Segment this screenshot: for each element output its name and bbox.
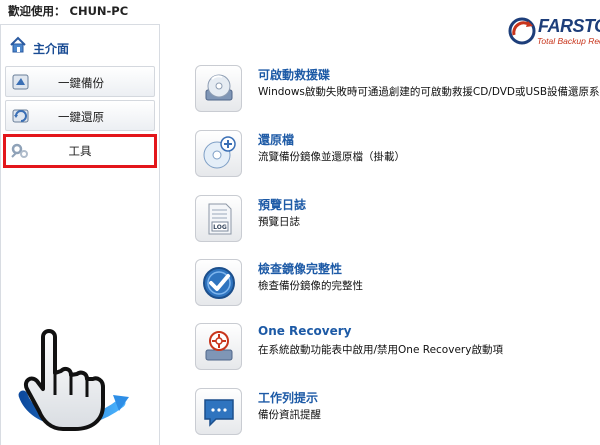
boot-disc-icon [205, 74, 233, 101]
task-description: 在系統啟動功能表中啟用/禁用One Recovery啟動項 [258, 344, 503, 356]
sidebar-item-label: 工具 [68, 144, 92, 158]
sidebar-item-backup[interactable]: 一鍵備份 [5, 66, 155, 97]
logo-mark-icon [508, 17, 536, 45]
task-title[interactable]: 可啟動救援碟 [258, 66, 330, 83]
task-title[interactable]: 檢查鏡像完整性 [258, 260, 342, 277]
hand-pointer-icon [18, 329, 129, 431]
task-boot-disc[interactable]: 可啟動救援碟 Windows啟動失敗時可通過創建的可啟動救援CD/DVD或USB… [195, 65, 600, 115]
sidebar: 主介面 一鍵備份 一鍵還原 工具 [0, 24, 160, 445]
task-tile [195, 130, 242, 177]
svg-text:LOG: LOG [213, 224, 227, 231]
task-title[interactable]: 預覽日誌 [258, 196, 306, 213]
task-tile [195, 388, 242, 435]
task-title[interactable]: 還原檔 [258, 131, 294, 148]
sidebar-title: 主介面 [33, 42, 70, 56]
sidebar-item-tools[interactable]: 工具 [3, 134, 157, 168]
disc-add-icon [203, 136, 236, 169]
message-icon [204, 399, 234, 427]
sidebar-home[interactable]: 主介面 [5, 33, 155, 61]
home-icon [10, 36, 26, 53]
task-check-image[interactable]: 檢查鏡像完整性 檢查備份鏡像的完整性 [195, 259, 595, 309]
task-tile [195, 259, 242, 306]
log-icon: LOG [208, 203, 232, 235]
sidebar-item-label: 一鍵備份 [58, 76, 104, 90]
task-tile [195, 65, 242, 112]
task-title[interactable]: 工作列提示 [258, 389, 318, 406]
task-taskbar-tip[interactable]: 工作列提示 備份資訊提醒 [195, 388, 595, 438]
task-one-recovery[interactable]: One Recovery 在系統啟動功能表中啟用/禁用One Recovery啟… [195, 323, 595, 373]
task-tile [195, 323, 242, 370]
task-description: 檢查備份鏡像的完整性 [258, 280, 363, 292]
logo-tagline: Total Backup Reco [537, 36, 600, 46]
task-description: 流覽備份鏡像並還原檔（掛載） [258, 151, 405, 163]
logo-text: FARSTO [538, 16, 600, 36]
sidebar-item-restore[interactable]: 一鍵還原 [5, 100, 155, 131]
welcome-text: 歡迎使用： CHUN-PC [8, 4, 129, 18]
task-tile: LOG [195, 195, 242, 242]
task-description: 預覽日誌 [258, 216, 300, 228]
one-recovery-icon [205, 331, 233, 361]
task-description: 備份資訊提醒 [258, 409, 321, 421]
task-restore-file[interactable]: 還原檔 流覽備份鏡像並還原檔（掛載） [195, 130, 595, 180]
task-title[interactable]: One Recovery [258, 324, 352, 338]
sidebar-item-label: 一鍵還原 [58, 110, 104, 124]
task-preview-log[interactable]: LOG 預覽日誌 預覽日誌 [195, 195, 595, 245]
task-description: Windows啟動失敗時可通過創建的可啟動救援CD/DVD或USB設備還原系統 [258, 86, 600, 98]
check-icon [203, 267, 235, 299]
brand-logo: FARSTO Total Backup Reco [508, 13, 600, 51]
